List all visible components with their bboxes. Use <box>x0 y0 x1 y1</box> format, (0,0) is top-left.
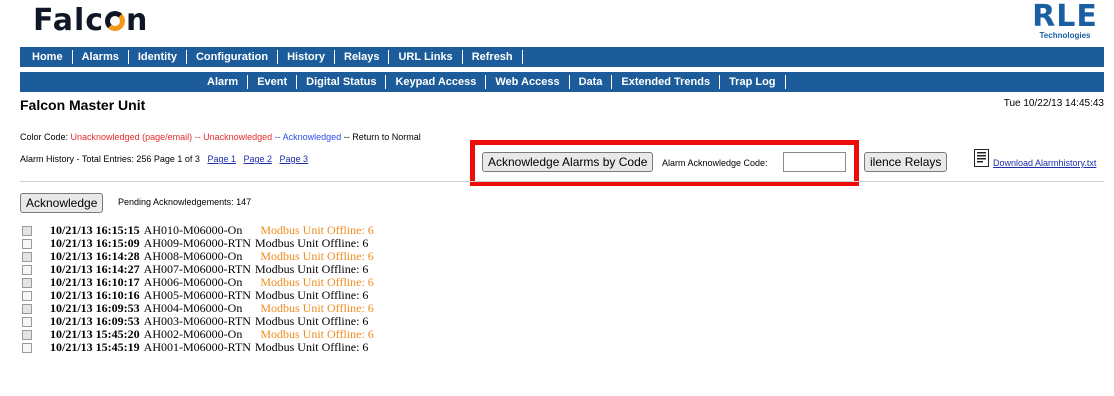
page-1-link[interactable]: Page 1 <box>207 154 236 164</box>
alarm-checkbox[interactable] <box>22 225 32 236</box>
alarm-list: 10/21/13 16:15:15 AH010-M06000-On Modbus U… <box>22 224 374 354</box>
list-item: 10/21/13 15:45:19 AH001-M06000-RTN Modbus … <box>22 341 374 354</box>
alarm-checkbox[interactable] <box>22 290 32 301</box>
legend-sep-1: -- <box>192 132 204 142</box>
alarm-checkbox[interactable] <box>22 303 32 314</box>
subnav-data[interactable]: Data <box>570 75 613 89</box>
legend-rtn: Return to Normal <box>352 132 421 142</box>
legend-unack-email: Unacknowledged (page/email) <box>70 132 193 142</box>
page-3-link[interactable]: Page 3 <box>280 154 309 164</box>
document-icon[interactable] <box>974 149 989 167</box>
acknowledge-button[interactable]: Acknowledge <box>20 193 104 213</box>
rle-logo: RLE Technologies <box>1026 0 1104 41</box>
alarm-checkbox[interactable] <box>22 329 32 340</box>
page-2-link[interactable]: Page 2 <box>243 154 272 164</box>
nav-alarms[interactable]: Alarms <box>73 50 129 64</box>
color-code-label: Color Code: <box>20 132 71 142</box>
alarm-checkbox[interactable] <box>22 264 32 275</box>
legend-sep-2: -- <box>272 132 283 142</box>
subnav-alarm[interactable]: Alarm <box>198 75 249 89</box>
history-pagination: Alarm History - Total Entries: 256 Page … <box>20 154 308 164</box>
history-summary: Alarm History - Total Entries: 256 Page … <box>20 154 200 164</box>
nav-home[interactable]: Home <box>23 50 73 64</box>
rle-logo-text: RLE <box>1032 0 1098 34</box>
alarm-checkbox[interactable] <box>22 342 32 353</box>
secondary-nav: Alarm Event Digital Status Keypad Access… <box>20 72 1104 92</box>
falcon-logo-mark <box>105 11 126 31</box>
nav-identity[interactable]: Identity <box>129 50 187 64</box>
nav-relays[interactable]: Relays <box>335 50 390 64</box>
subnav-trap-log[interactable]: Trap Log <box>720 75 786 89</box>
subnav-keypad-access[interactable]: Keypad Access <box>386 75 487 89</box>
acknowledge-by-code-button[interactable]: Acknowledge Alarms by Code <box>482 152 654 172</box>
ack-code-input[interactable] <box>783 152 846 172</box>
legend-unack: Unacknowledged <box>203 132 273 142</box>
page-title: Falcon Master Unit <box>20 97 146 113</box>
subnav-web-access[interactable]: Web Access <box>486 75 570 89</box>
alarm-code: AH001-M06000-RTN <box>143 340 251 354</box>
alarm-checkbox[interactable] <box>22 316 32 327</box>
download-history-link[interactable]: Download Alarmhistory.txt <box>993 158 1096 168</box>
silence-relays-button[interactable]: ilence Relays <box>864 152 948 172</box>
legend-sep-3: -- <box>341 132 353 142</box>
alarm-checkbox[interactable] <box>22 238 32 249</box>
subnav-digital-status[interactable]: Digital Status <box>297 75 387 89</box>
datetime: Tue 10/22/13 14:45:43 <box>1003 98 1104 109</box>
alarm-checkbox[interactable] <box>22 277 32 288</box>
alarm-message: Modbus Unit Offline: 6 <box>254 340 369 354</box>
falcon-logo-text: Falc n <box>33 3 149 38</box>
nav-configuration[interactable]: Configuration <box>187 50 279 64</box>
nav-url-links[interactable]: URL Links <box>389 50 463 64</box>
pending-acknowledgements: Pending Acknowledgements: 147 <box>118 197 252 207</box>
nav-history[interactable]: History <box>278 50 335 64</box>
primary-nav: Home Alarms Identity Configuration Histo… <box>20 47 1104 67</box>
ack-code-label: Alarm Acknowledge Code: <box>662 158 768 168</box>
alarm-timestamp: 10/21/13 15:45:19 <box>50 340 140 354</box>
subnav-event[interactable]: Event <box>248 75 298 89</box>
falcon-logo: Falc n <box>33 4 148 38</box>
color-code-legend: Color Code: Unacknowledged (page/email) … <box>20 132 421 142</box>
nav-refresh[interactable]: Refresh <box>463 50 523 64</box>
subnav-extended-trends[interactable]: Extended Trends <box>612 75 721 89</box>
alarm-checkbox[interactable] <box>22 251 32 262</box>
divider <box>20 181 1104 182</box>
legend-ack: Acknowledged <box>282 132 342 142</box>
